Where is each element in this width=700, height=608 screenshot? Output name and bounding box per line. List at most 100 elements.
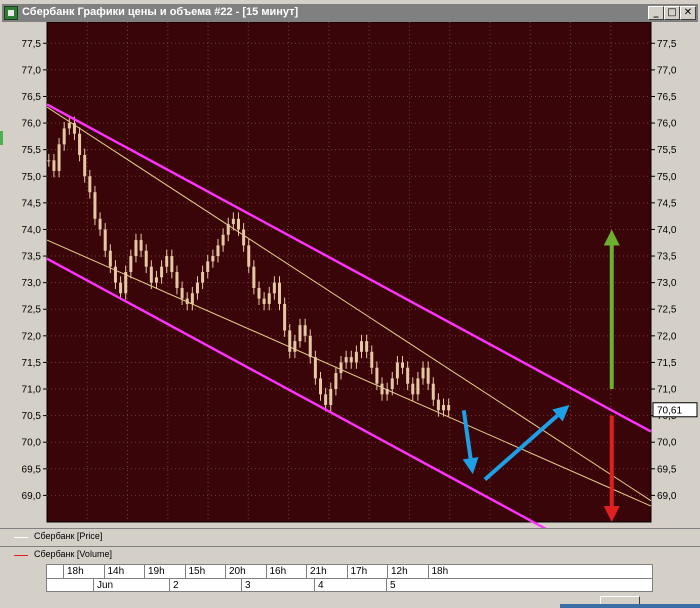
candle-body [283,303,287,331]
app-icon [4,6,18,20]
candle-body [52,160,56,171]
y-tick-label-right: 71,0 [657,385,677,396]
y-tick-label-right: 77,5 [657,39,677,50]
candle-body [252,266,256,288]
candle-body [216,245,220,257]
candle-body [360,341,364,352]
time-axis-date: 3 [241,579,314,592]
candle-body [339,362,343,374]
candle-body [390,378,394,390]
legend-price-swatch [14,537,28,538]
y-tick-label-left: 70,5 [22,411,42,422]
candle-body [247,245,251,267]
y-tick-label-right: 75,5 [657,145,677,156]
candle-body [329,389,333,405]
candle-body [47,160,51,162]
candle-body [334,373,338,390]
y-tick-label-right: 71,5 [657,358,677,369]
time-axis-hour: 14h [103,565,145,578]
price-chart[interactable]: 77,5 77,5 77,0 77,0 76,5 76,5 76,0 76,0 75,5 75,5… [0,22,700,530]
candle-body [380,383,384,395]
candle-body [57,144,61,171]
candle-body [319,378,323,395]
candle-body [175,272,179,288]
legend-price-label: Сбербанк [Price] [34,531,103,541]
plot-background [46,22,652,523]
candle-body [119,282,123,294]
candle-body [411,383,415,395]
y-tick-label-left: 74,0 [22,225,42,236]
time-axis-hour: 21h [306,565,347,578]
time-axis-hour: 18h [63,565,104,578]
chart-window: Сбербанк Графики цены и объема #22 - [15… [0,0,700,608]
candle-body [385,389,389,395]
candle-body [365,341,369,352]
candle-body [149,266,153,283]
candle-body [72,123,76,134]
y-tick-label-right: 70,0 [657,438,677,449]
candle-body [195,282,199,294]
candle-body [231,218,235,225]
candle-body [401,362,405,368]
time-axis-hour: 20h [225,565,266,578]
candle-body [88,176,92,193]
legend-volume-label: Сбербанк [Volume] [34,549,112,559]
legend-volume-row: Сбербанк [Volume] [0,546,700,563]
time-axis-hour: 19h [144,565,185,578]
candle-body [83,154,87,177]
candle-body [93,192,97,219]
candle-body [436,399,440,411]
minimize-button[interactable]: _ [648,6,664,20]
candle-body [206,261,210,272]
time-axis-hour: 12h [387,565,428,578]
y-tick-label-right: 72,0 [657,331,677,342]
y-tick-label-left: 69,0 [22,491,42,502]
candle-body [354,351,358,363]
candle-body [113,266,117,283]
y-tick-label-left: 76,0 [22,119,42,130]
candle-body [185,298,189,304]
candle-body [416,378,420,395]
chart-area: 77,5 77,5 77,0 77,0 76,5 76,5 76,0 76,0 75,5 75,5… [0,22,700,530]
window-titlebar[interactable]: Сбербанк Графики цены и объема #22 - [15… [2,4,698,22]
restore-button[interactable]: □ [664,6,680,20]
candle-body [303,325,307,336]
y-tick-label-right: 74,5 [657,198,677,209]
candle-body [447,404,451,411]
legend-price-row: Сбербанк [Price] [0,528,700,545]
y-tick-label-right: 72,5 [657,305,677,316]
candle-body [406,367,410,384]
candle-body [78,133,82,155]
candle-body [103,229,107,251]
y-tick-label-left: 72,0 [22,331,42,342]
candle-body [313,357,317,379]
candle-body [442,404,446,411]
candle-body [139,240,143,251]
time-axis-date: Jun [93,579,169,592]
time-axis-date: 2 [169,579,241,592]
candle-body [226,224,230,235]
y-tick-label-left: 77,0 [22,65,42,76]
candle-body [190,293,194,304]
candle-body [98,218,102,230]
candle-body [426,367,430,384]
y-tick-label-right: 77,0 [657,65,677,76]
taskbar-strip [560,604,700,608]
time-axis-hour: 17h [346,565,388,578]
candle-body [277,282,281,304]
candle-body [298,325,302,342]
y-tick-label-right: 76,0 [657,119,677,130]
candle-body [242,229,246,246]
y-tick-label-right: 73,5 [657,252,677,263]
time-axis-date: 5 [386,579,654,592]
candle-body [288,330,292,352]
candle-body [211,256,215,262]
close-button[interactable]: ✕ [680,6,696,20]
candle-body [267,293,271,304]
candle-body [293,341,297,352]
candle-body [375,367,379,384]
y-tick-label-left: 73,5 [22,252,42,263]
y-tick-label-left: 69,5 [22,464,42,475]
candle-body [124,272,128,294]
candle-body [344,357,348,363]
